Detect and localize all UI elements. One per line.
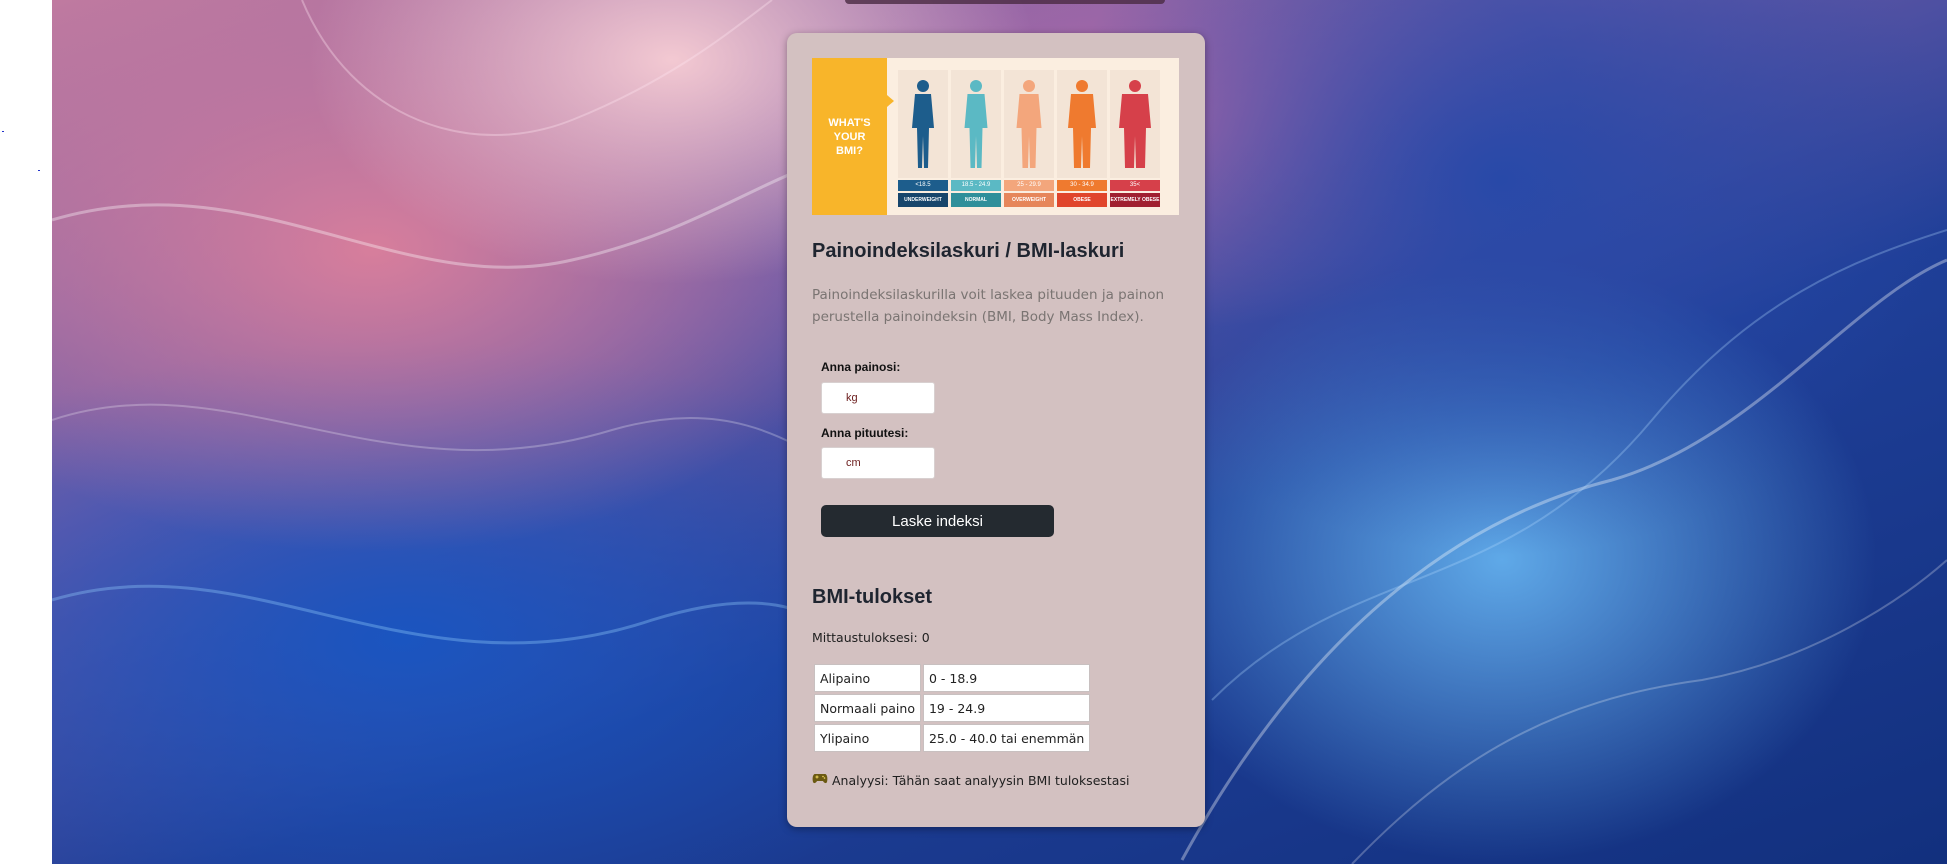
figure-label: OBESE <box>1057 193 1107 207</box>
figure-label: UNDERWEIGHT <box>898 193 948 207</box>
height-label: Anna pituutesi: <box>821 426 909 440</box>
figure-panel <box>1110 70 1160 178</box>
person-silhouette-icon <box>1016 80 1042 168</box>
bmi-card: WHAT'S YOUR BMI? <18.5 UNDERWEIGHT 18.5 - … <box>787 33 1205 827</box>
figure-range: 18.5 - 24.9 <box>951 180 1001 191</box>
measurement-result: Mittaustuloksesi: 0 <box>812 630 930 645</box>
table-cell-category: Alipaino <box>814 664 921 692</box>
figure-label: EXTREMELY OBESE <box>1110 193 1160 207</box>
figure-panel <box>898 70 948 178</box>
analysis-line: Analyysi: Tähän saat analyysin BMI tulok… <box>812 772 1129 788</box>
hero-arrow <box>887 95 894 107</box>
bmi-hero-image: WHAT'S YOUR BMI? <18.5 UNDERWEIGHT 18.5 - … <box>812 58 1179 215</box>
page-description: Painoindeksilaskurilla voit laskea pituu… <box>812 287 1165 325</box>
table-cell-category: Normaali paino <box>814 694 921 722</box>
person-silhouette-icon <box>912 80 934 168</box>
table-row: Normaali paino 19 - 24.9 <box>814 694 1091 722</box>
figure-range: <18.5 <box>898 180 948 191</box>
person-silhouette-icon <box>1119 80 1151 168</box>
bmi-figure: 25 - 29.9 OVERWEIGHT <box>1004 70 1054 210</box>
person-silhouette-icon <box>964 80 988 168</box>
table-cell-range: 25.0 - 40.0 tai enemmän <box>922 724 1091 752</box>
person-silhouette-icon <box>1068 80 1096 168</box>
stray-dot <box>2 131 4 132</box>
height-input[interactable] <box>821 447 935 479</box>
table-row: Alipaino 0 - 18.9 <box>814 664 1091 692</box>
table-row: Ylipaino 25.0 - 40.0 tai enemmän <box>814 724 1091 752</box>
figure-label: OVERWEIGHT <box>1004 193 1054 207</box>
left-margin <box>0 0 52 864</box>
calculate-button[interactable]: Laske indeksi <box>821 505 1054 537</box>
weight-input[interactable] <box>821 382 935 414</box>
figure-panel <box>951 70 1001 178</box>
figure-label: NORMAL <box>951 193 1001 207</box>
page-title: Painoindeksilaskuri / BMI-laskuri <box>812 240 1125 262</box>
figure-range: 25 - 29.9 <box>1004 180 1054 191</box>
gamepad-icon <box>812 772 828 788</box>
results-title: BMI-tulokset <box>812 586 932 608</box>
figure-panel <box>1057 70 1107 178</box>
table-cell-range: 19 - 24.9 <box>922 694 1091 722</box>
analysis-text: Analyysi: Tähän saat analyysin BMI tulok… <box>832 772 1130 788</box>
bmi-ranges-table: Alipaino 0 - 18.9 Normaali paino 19 - 24… <box>812 662 1092 754</box>
bmi-figure: <18.5 UNDERWEIGHT <box>898 70 948 210</box>
figure-range: 30 - 34.9 <box>1057 180 1107 191</box>
bmi-figure: 35< EXTREMELY OBESE <box>1110 70 1160 210</box>
table-cell-range: 0 - 18.9 <box>922 664 1091 692</box>
figure-panel <box>1004 70 1054 178</box>
stray-dot <box>38 170 40 171</box>
table-cell-category: Ylipaino <box>814 724 921 752</box>
hero-heading: WHAT'S YOUR BMI? <box>828 117 871 157</box>
top-bar-shadow <box>845 0 1165 4</box>
bmi-figure: 18.5 - 24.9 NORMAL <box>951 70 1001 210</box>
figure-range: 35< <box>1110 180 1160 191</box>
bmi-figure: 30 - 34.9 OBESE <box>1057 70 1107 210</box>
weight-label: Anna painosi: <box>821 360 901 374</box>
